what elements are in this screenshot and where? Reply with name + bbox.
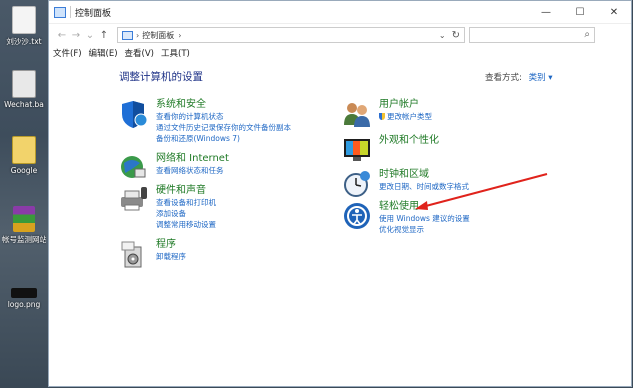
- category-clock-region: 时钟和区域 更改日期、时间或数字格式: [342, 169, 469, 199]
- desktop-icon-txt[interactable]: 刘沙沙.txt: [2, 6, 46, 47]
- refresh-icon[interactable]: ↻: [452, 30, 460, 41]
- category-link[interactable]: 优化视觉显示: [379, 224, 470, 235]
- category-title[interactable]: 程序: [156, 239, 186, 251]
- category-link[interactable]: 添加设备: [156, 208, 216, 219]
- image-file-icon: [11, 288, 37, 298]
- control-panel-icon: [54, 6, 66, 18]
- appearance-icon[interactable]: [342, 135, 372, 165]
- desktop-icon-label: 刘沙沙.txt: [6, 37, 42, 46]
- title-bar: 控制面板 — ☐ ✕: [49, 1, 631, 24]
- desktop-icon-label: logo.png: [7, 300, 41, 309]
- maximize-button[interactable]: ☐: [563, 1, 597, 23]
- main-content: 调整计算机的设置 查看方式: 类别 ▾ 系统和安全 查看你的计算机状态 通过文件…: [49, 59, 631, 386]
- programs-icon[interactable]: [119, 239, 149, 269]
- category-link[interactable]: 更改帐户类型: [379, 111, 432, 122]
- category-programs: 程序 卸载程序: [119, 239, 186, 269]
- close-button[interactable]: ✕: [597, 1, 631, 23]
- text-file-icon: [12, 6, 36, 34]
- category-title[interactable]: 时钟和区域: [379, 169, 469, 181]
- category-link[interactable]: 通过文件历史记录保存你的文件备份副本: [156, 122, 291, 133]
- category-network: 网络和 Internet 查看网络状态和任务: [119, 153, 229, 183]
- folder-icon: [12, 136, 36, 164]
- window-title: 控制面板: [75, 8, 112, 19]
- breadcrumb[interactable]: 控制面板: [142, 30, 174, 41]
- address-bar[interactable]: › 控制面板 › ⌄ ↻: [117, 27, 465, 43]
- network-icon[interactable]: [119, 153, 149, 183]
- title-separator: [70, 6, 71, 18]
- category-hardware-sound: 硬件和声音 查看设备和打印机 添加设备 调整常用移动设置: [119, 185, 216, 230]
- chevron-down-icon[interactable]: ⌄: [439, 31, 446, 40]
- page-title: 调整计算机的设置: [119, 71, 203, 83]
- category-ease-of-access: 轻松使用 使用 Windows 建议的设置 优化视觉显示: [342, 201, 470, 235]
- category-link[interactable]: 备份和还原(Windows 7): [156, 133, 291, 144]
- ease-of-access-icon[interactable]: [342, 201, 372, 231]
- up-button[interactable]: ↑: [97, 30, 111, 41]
- category-title[interactable]: 网络和 Internet: [156, 153, 229, 165]
- hardware-sound-icon[interactable]: [119, 185, 149, 215]
- navigation-bar: ← → ⌄ ↑ › 控制面板 › ⌄ ↻ ⌕: [49, 24, 631, 46]
- clock-region-icon[interactable]: [342, 169, 372, 199]
- computer-icon: [122, 30, 133, 40]
- category-link[interactable]: 调整常用移动设置: [156, 219, 216, 230]
- category-title[interactable]: 轻松使用: [379, 201, 470, 213]
- search-input[interactable]: ⌕: [469, 27, 595, 43]
- back-button[interactable]: ←: [55, 30, 69, 41]
- control-panel-window: 控制面板 — ☐ ✕ ← → ⌄ ↑ › 控制面板 › ⌄ ↻ ⌕ 文件(F) …: [48, 0, 632, 387]
- category-title[interactable]: 用户帐户: [379, 99, 432, 111]
- desktop-icon-wechat[interactable]: Wechat.ba: [2, 70, 46, 109]
- archive-icon: [13, 206, 35, 232]
- forward-button[interactable]: →: [69, 30, 83, 41]
- category-link[interactable]: 查看网络状态和任务: [156, 165, 229, 176]
- category-title[interactable]: 系统和安全: [156, 99, 291, 111]
- menu-file[interactable]: 文件(F): [53, 47, 82, 59]
- category-link[interactable]: 查看你的计算机状态: [156, 111, 291, 122]
- view-by: 查看方式: 类别 ▾: [485, 71, 553, 83]
- desktop-icon-label: 帐号监测网站: [2, 235, 46, 244]
- category-system-security: 系统和安全 查看你的计算机状态 通过文件历史记录保存你的文件备份副本 备份和还原…: [119, 99, 291, 144]
- gear-file-icon: [12, 70, 36, 98]
- minimize-button[interactable]: —: [529, 1, 563, 23]
- desktop: 刘沙沙.txt Wechat.ba Google 帐号监测网站 logo.png: [0, 0, 48, 388]
- desktop-icon-archive[interactable]: 帐号监测网站: [2, 206, 46, 245]
- view-by-dropdown[interactable]: 类别 ▾: [529, 73, 553, 83]
- menu-view[interactable]: 查看(V): [125, 47, 154, 59]
- category-link[interactable]: 使用 Windows 建议的设置: [379, 213, 470, 224]
- view-by-label: 查看方式:: [485, 73, 522, 83]
- category-link[interactable]: 更改日期、时间或数字格式: [379, 181, 469, 192]
- menu-edit[interactable]: 编辑(E): [89, 47, 118, 59]
- search-icon[interactable]: ⌕: [584, 29, 590, 40]
- menu-bar: 文件(F) 编辑(E) 查看(V) 工具(T): [49, 46, 631, 59]
- desktop-icon-label: Google: [10, 166, 38, 175]
- chevron-right-icon[interactable]: ›: [178, 31, 181, 40]
- desktop-icon-google[interactable]: Google: [2, 136, 46, 175]
- category-title[interactable]: 硬件和声音: [156, 185, 216, 197]
- category-user-accounts: 用户帐户 更改帐户类型: [342, 99, 432, 129]
- category-title[interactable]: 外观和个性化: [379, 135, 439, 147]
- desktop-icon-logo[interactable]: logo.png: [2, 288, 46, 309]
- desktop-icon-label: Wechat.ba: [4, 100, 44, 109]
- system-security-icon[interactable]: [119, 99, 149, 129]
- menu-tools[interactable]: 工具(T): [161, 47, 190, 59]
- category-link[interactable]: 查看设备和打印机: [156, 197, 216, 208]
- category-appearance: 外观和个性化: [342, 135, 439, 165]
- category-link[interactable]: 卸载程序: [156, 251, 186, 262]
- recent-locations-button[interactable]: ⌄: [83, 30, 97, 41]
- user-accounts-icon[interactable]: [342, 99, 372, 129]
- chevron-right-icon: ›: [136, 30, 140, 40]
